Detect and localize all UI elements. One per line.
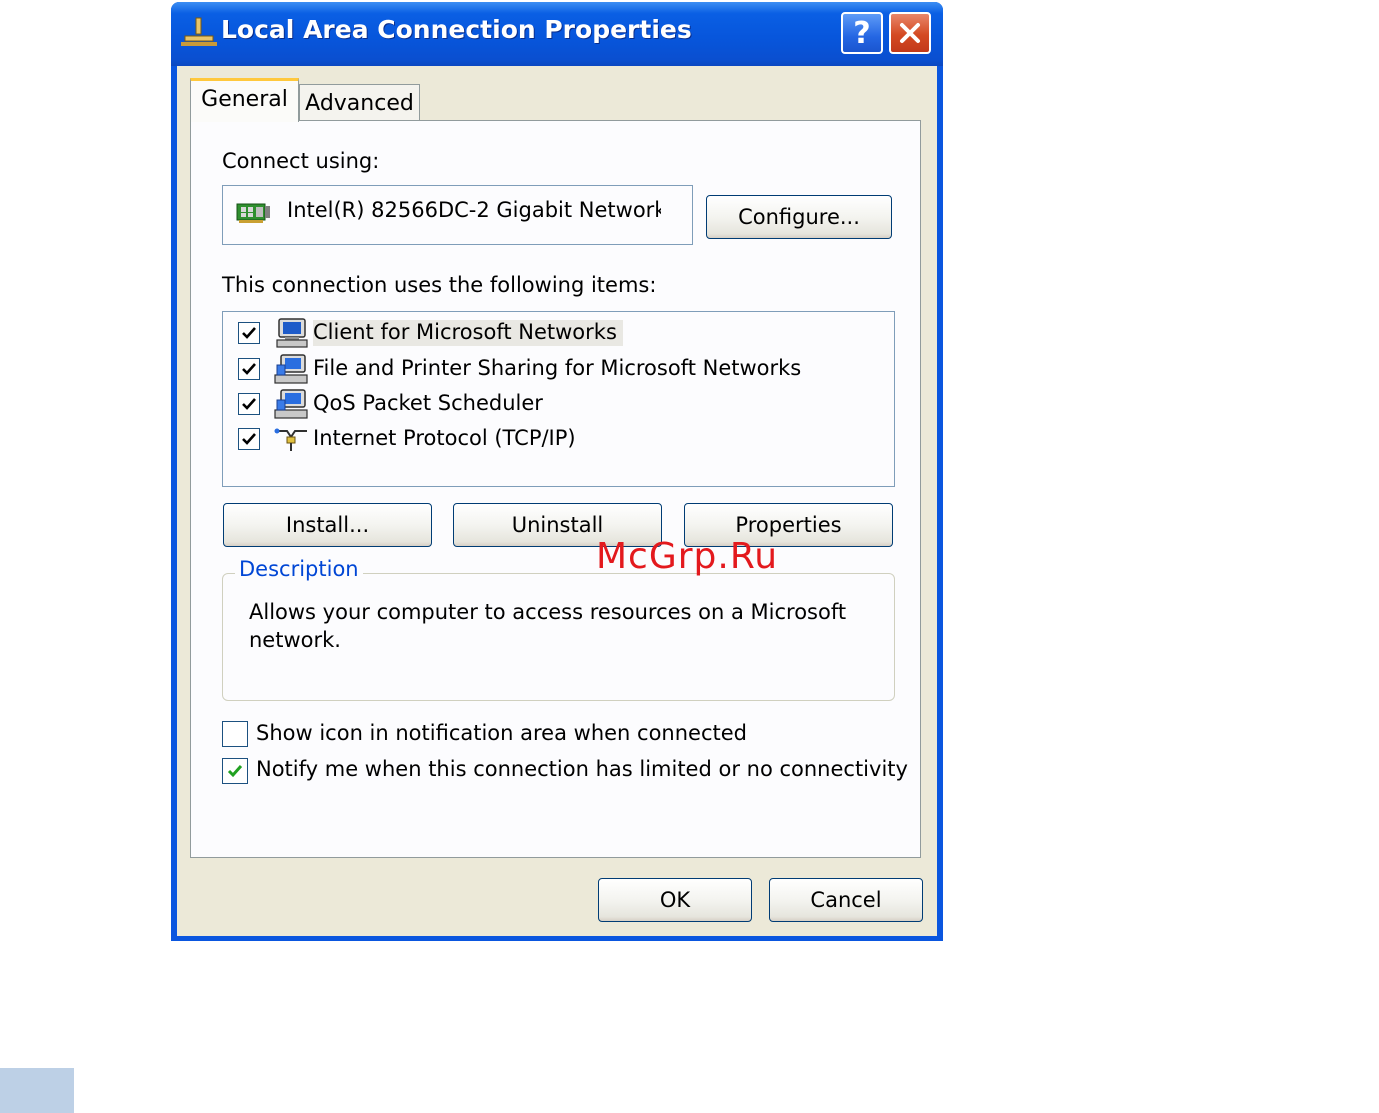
tab-advanced-label: Advanced [305, 91, 414, 116]
checkmark-icon [242, 433, 256, 445]
item-checkbox[interactable] [238, 393, 260, 415]
watermark-text: McGrp.Ru [596, 536, 779, 577]
uninstall-button-label: Uninstall [511, 513, 604, 537]
items-label: This connection uses the following items… [222, 273, 657, 297]
adapter-field: Intel(R) 82566DC-2 Gigabit Network C [222, 185, 693, 245]
title-bar[interactable]: Local Area Connection Properties ? [171, 2, 943, 66]
adapter-name: Intel(R) 82566DC-2 Gigabit Network C [287, 198, 661, 222]
item-label: Client for Microsoft Networks [313, 320, 623, 346]
item-checkbox[interactable] [238, 428, 260, 450]
close-button[interactable] [889, 12, 931, 54]
help-button[interactable]: ? [841, 12, 883, 54]
tab-general-label: General [201, 87, 288, 112]
item-label: File and Printer Sharing for Microsoft N… [313, 356, 802, 380]
properties-button-label: Properties [735, 513, 842, 537]
ok-button-label: OK [659, 888, 691, 912]
notify-checkbox[interactable] [222, 758, 248, 784]
corner-block [0, 1068, 74, 1113]
cancel-button[interactable]: Cancel [769, 878, 923, 922]
checkmark-icon [242, 327, 256, 339]
properties-dialog: Local Area Connection Properties ? Gener… [171, 2, 943, 941]
network-connection-icon [181, 17, 217, 46]
list-item[interactable]: Client for Microsoft Networks [223, 316, 883, 350]
dialog-body: General Advanced Connect using: Intel(R)… [177, 66, 937, 936]
ok-button[interactable]: OK [598, 878, 752, 922]
show-icon-checkbox[interactable] [222, 721, 248, 747]
item-label: Internet Protocol (TCP/IP) [313, 426, 576, 450]
install-button-label: Install... [285, 513, 370, 537]
install-button[interactable]: Install... [223, 503, 432, 547]
cancel-button-label: Cancel [810, 888, 882, 912]
description-text: Allows your computer to access resources… [249, 600, 847, 652]
list-item[interactable]: Internet Protocol (TCP/IP) [223, 422, 883, 456]
item-checkbox[interactable] [238, 358, 260, 380]
connect-using-label: Connect using: [222, 149, 380, 173]
network-service-icon [274, 354, 308, 384]
configure-button[interactable]: Configure... [706, 195, 892, 239]
help-icon: ? [853, 15, 871, 51]
show-icon-label: Show icon in notification area when conn… [256, 721, 747, 745]
configure-button-label: Configure... [738, 205, 860, 229]
description-group: Description Allows your computer to acce… [222, 557, 895, 701]
list-item[interactable]: File and Printer Sharing for Microsoft N… [223, 352, 883, 386]
notify-label: Notify me when this connection has limit… [256, 757, 908, 781]
item-checkbox[interactable] [238, 322, 260, 344]
list-item[interactable]: QoS Packet Scheduler [223, 387, 883, 421]
components-list[interactable]: Client for Microsoft Networks File and P… [222, 311, 895, 487]
checkmark-icon [242, 363, 256, 375]
window-title: Local Area Connection Properties [221, 15, 692, 44]
network-protocol-icon [274, 428, 307, 451]
tab-advanced[interactable]: Advanced [299, 84, 420, 122]
checkmark-icon [227, 765, 243, 778]
item-label: QoS Packet Scheduler [313, 391, 543, 415]
network-service-icon [274, 389, 308, 419]
checkmark-icon [242, 398, 256, 410]
description-legend: Description [235, 557, 363, 581]
general-tab-panel: Connect using: Intel(R) 82566DC-2 Gigabi… [190, 120, 921, 858]
tab-general[interactable]: General [190, 78, 299, 122]
network-adapter-icon [236, 203, 270, 223]
close-icon [900, 23, 920, 43]
network-client-icon [276, 318, 308, 348]
